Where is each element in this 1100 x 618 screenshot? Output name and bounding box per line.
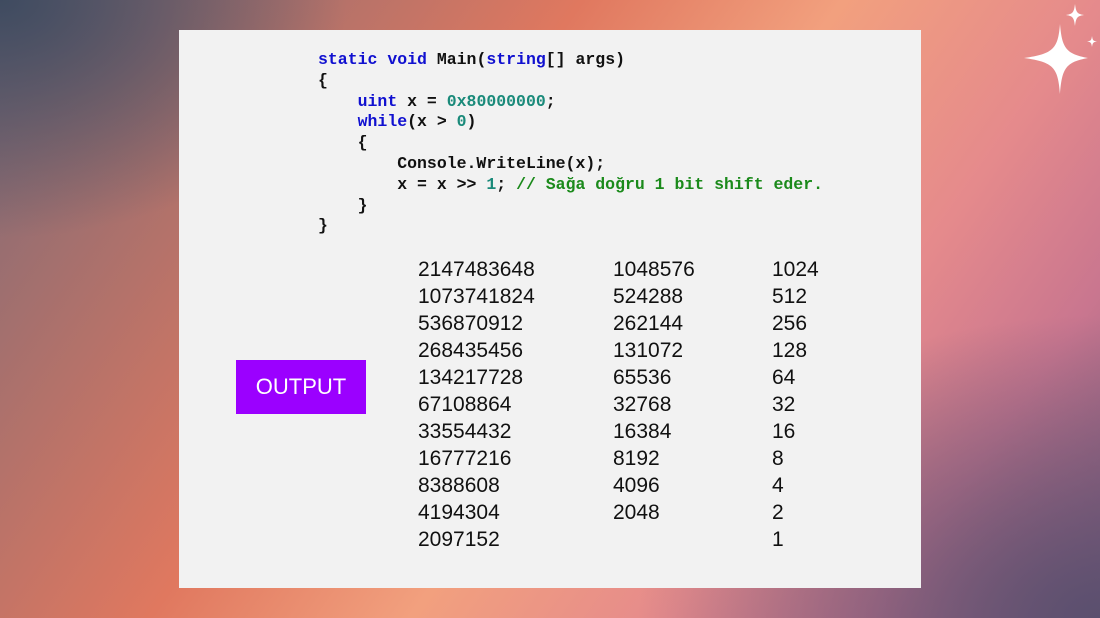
output-value: 536870912	[418, 312, 524, 335]
code-text: {	[318, 70, 328, 90]
code-line-close-brace: }	[318, 216, 823, 237]
code-line-while: while(x > 0)	[318, 112, 823, 133]
code-keyword: string	[486, 50, 546, 69]
output-value: 8192	[613, 447, 660, 470]
output-value: 16	[772, 420, 796, 443]
output-column-1: 2147483648 1073741824 536870912 268435456 13…	[418, 256, 535, 553]
output-label: OUTPUT	[255, 374, 347, 399]
output-value: 2097152	[418, 528, 500, 551]
output-value: 8	[772, 447, 784, 470]
code-keyword: uint	[357, 91, 398, 111]
output-value: 2	[772, 501, 784, 524]
output-value: 4	[772, 474, 784, 497]
code-text: x =	[397, 91, 447, 111]
output-value: 262144	[613, 312, 684, 335]
code-line-shift: x = x >> 1; // Sağa doğru 1 bit shift ed…	[318, 175, 823, 196]
output-value: 67108864	[418, 393, 512, 416]
output-value: 512	[772, 285, 808, 308]
output-column-2: 1048576 524288 262144 131072 65536 32768 16384…	[613, 256, 695, 526]
code-text: {	[357, 133, 368, 153]
code-number: 0	[456, 112, 467, 132]
output-value: 65536	[613, 366, 672, 389]
code-line-inner-close-brace: }	[318, 196, 823, 217]
output-value: 32768	[613, 393, 672, 416]
output-value: 1073741824	[418, 285, 535, 308]
code-text: )	[466, 112, 477, 132]
output-value: 2147483648	[418, 258, 535, 281]
code-line-open-brace: {	[318, 71, 823, 92]
code-text: (x >	[407, 112, 457, 132]
code-text: Console.WriteLine(x);	[397, 153, 606, 173]
output-value: 4194304	[418, 501, 500, 524]
code-line-signature: static void Main(string[] args)	[318, 50, 823, 71]
output-value: 16384	[613, 420, 672, 443]
code-keyword: static	[318, 50, 378, 69]
code-text: }	[357, 195, 368, 215]
code-keyword: void	[387, 50, 427, 69]
code-line-writeline: Console.WriteLine(x);	[318, 154, 823, 175]
code-text: ;	[545, 91, 556, 111]
code-text: [] args)	[545, 50, 625, 69]
output-value: 64	[772, 366, 796, 389]
output-badge: OUTPUT	[236, 360, 366, 414]
output-value: 256	[772, 312, 808, 335]
output-value: 524288	[613, 285, 684, 308]
output-value: 4096	[613, 474, 660, 497]
code-text: x = x >>	[397, 174, 487, 194]
code-text: ;	[496, 174, 517, 194]
output-value: 268435456	[418, 339, 524, 362]
output-column-3: 1024 512 256 128 64 32 16 8 4 2 1	[772, 256, 819, 553]
code-number: 1	[486, 174, 497, 194]
output-value: 33554432	[418, 420, 512, 443]
code-keyword: while	[357, 112, 408, 132]
output-value: 1048576	[613, 258, 695, 281]
output-value: 1	[772, 528, 784, 551]
output-value: 32	[772, 393, 796, 416]
output-value: 8388608	[418, 474, 500, 497]
code-text: }	[318, 216, 328, 236]
code-comment: // Sağa doğru 1 bit shift eder.	[516, 174, 824, 194]
code-text: Main(	[436, 50, 487, 69]
code-line-declaration: uint x = 0x80000000;	[318, 92, 823, 113]
code-number: 0x80000000	[446, 91, 546, 111]
output-value: 16777216	[418, 447, 512, 470]
sparkle-icon	[1024, 4, 1097, 94]
code-block: static void Main(string[] args) { uint x…	[318, 50, 823, 237]
output-value: 1024	[772, 258, 819, 281]
output-value: 128	[772, 339, 808, 362]
output-value: 134217728	[418, 366, 524, 389]
output-value: 2048	[613, 501, 660, 524]
code-line-inner-open-brace: {	[318, 133, 823, 154]
output-value: 131072	[613, 339, 684, 362]
